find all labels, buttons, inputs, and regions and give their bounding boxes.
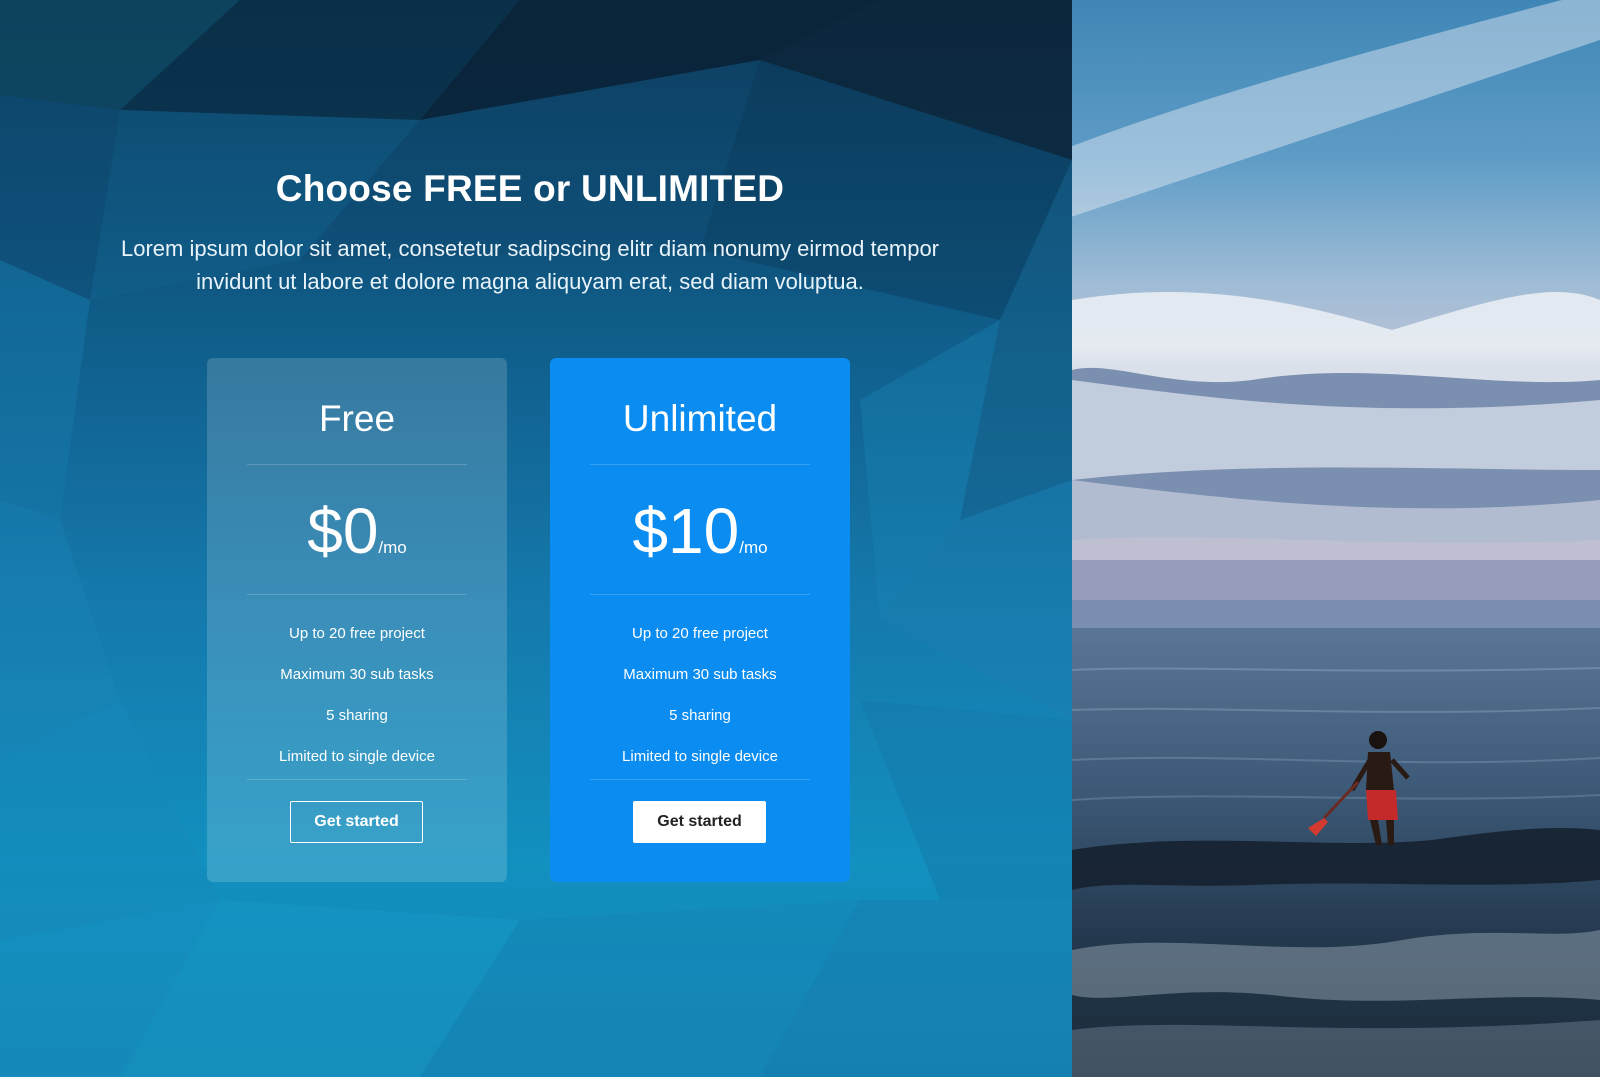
feature-item: Maximum 30 sub tasks [623, 666, 777, 683]
divider [247, 464, 467, 465]
feature-list: Up to 20 free project Maximum 30 sub tas… [550, 613, 850, 777]
divider [590, 594, 810, 595]
pricing-card-unlimited: Unlimited $10/mo Up to 20 free project M… [550, 358, 850, 882]
divider [247, 779, 467, 780]
feature-item: 5 sharing [669, 707, 731, 724]
section-title: Choose FREE or UNLIMITED [275, 168, 785, 209]
price-amount: $0 [307, 495, 379, 567]
plan-price: $0/mo [207, 494, 507, 568]
feature-item: Limited to single device [279, 748, 435, 765]
description-line-1: Lorem ipsum dolor sit amet, consetetur s… [120, 236, 940, 261]
pricing-card-free: Free $0/mo Up to 20 free project Maximum… [207, 358, 507, 882]
ocean-photo [1072, 0, 1600, 1077]
price-period: /mo [739, 538, 768, 557]
divider [590, 464, 810, 465]
feature-item: Up to 20 free project [289, 625, 425, 642]
divider [590, 779, 810, 780]
divider [247, 594, 467, 595]
pricing-section: Choose FREE or UNLIMITED Lorem ipsum dol… [0, 0, 1072, 1077]
feature-item: 5 sharing [326, 707, 388, 724]
pricing-content: Choose FREE or UNLIMITED Lorem ipsum dol… [0, 0, 1072, 1077]
section-description: Lorem ipsum dolor sit amet, consetetur s… [100, 232, 960, 298]
feature-item: Maximum 30 sub tasks [280, 666, 434, 683]
feature-list: Up to 20 free project Maximum 30 sub tas… [207, 613, 507, 777]
plan-price: $10/mo [550, 494, 850, 568]
price-period: /mo [378, 538, 407, 557]
description-line-2: invidunt ut labore et dolore magna aliqu… [196, 269, 864, 294]
feature-item: Up to 20 free project [632, 625, 768, 642]
plan-name: Unlimited [622, 398, 778, 439]
feature-item: Limited to single device [622, 748, 778, 765]
get-started-free-button[interactable]: Get started [290, 801, 423, 843]
plan-name: Free [318, 398, 396, 439]
get-started-unlimited-button[interactable]: Get started [633, 801, 766, 843]
price-amount: $10 [632, 495, 740, 567]
